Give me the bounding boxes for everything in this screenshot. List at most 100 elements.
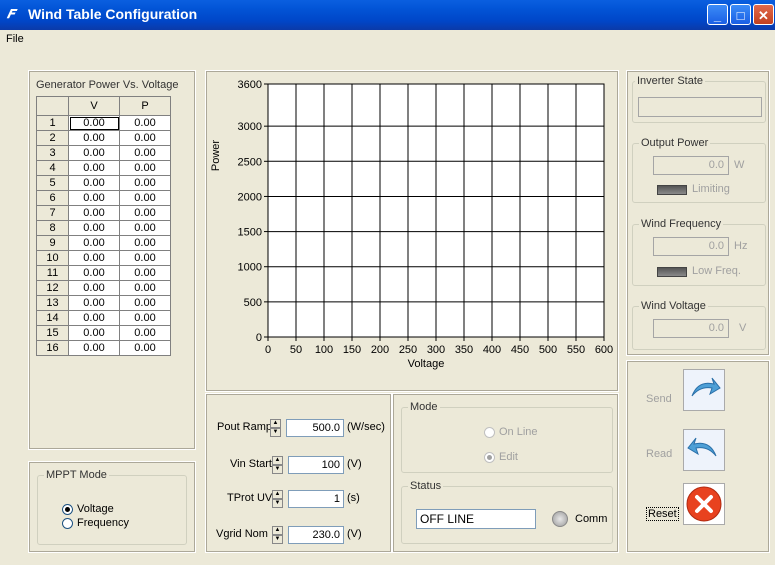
row-number: 9 [36, 235, 69, 251]
vin-start-input[interactable]: 100 [288, 456, 344, 474]
row-number: 14 [36, 310, 69, 326]
wind-frequency-group: Wind Frequency 0.0 Hz Low Freq. [632, 218, 766, 286]
table-corner [36, 96, 69, 116]
reset-button[interactable] [683, 483, 725, 525]
cell-power[interactable]: 0.00 [119, 160, 171, 176]
cell-power[interactable]: 0.00 [119, 310, 171, 326]
wind-frequency-unit: Hz [734, 240, 748, 252]
cell-voltage[interactable]: 0.00 [68, 175, 120, 191]
mppt-frequency-radio[interactable] [62, 518, 73, 529]
vgrid-nom-unit: (V) [347, 528, 362, 540]
tprot-uv-input[interactable]: 1 [288, 490, 344, 508]
cell-power[interactable]: 0.00 [119, 265, 171, 281]
generator-table: V P 1 0.00 0.00 2 0.00 0.00 3 0.00 0.00 4 0.00 0.00… [36, 96, 171, 356]
cell-power[interactable]: 0.00 [119, 175, 171, 191]
tprot-uv-spinner[interactable]: ▲ ▼ [272, 490, 283, 508]
x-axis-label: Voltage [408, 358, 445, 370]
wind-frequency-title: Wind Frequency [639, 218, 724, 230]
x-tick-label: 500 [539, 344, 557, 356]
menu-bar: File [0, 30, 775, 50]
cell-power[interactable]: 0.00 [119, 250, 171, 266]
status-field: OFF LINE [416, 509, 536, 529]
cell-power[interactable]: 0.00 [119, 325, 171, 341]
actions-panel: Send Read Reset [626, 360, 770, 553]
cell-voltage[interactable]: 0.00 [68, 115, 120, 131]
cell-voltage[interactable]: 0.00 [68, 160, 120, 176]
mode-online-radio[interactable] [484, 427, 495, 438]
vin-start-spinner[interactable]: ▲ ▼ [272, 456, 283, 474]
parameters-panel: Pout Ramp ▲ ▼ 500.0 (W/sec) Vin Start ▲ ▼ … [205, 393, 392, 553]
maximize-button[interactable]: □ [730, 4, 751, 25]
tprot-uv-label: TProt UV [227, 492, 273, 504]
table-row: 10 0.00 0.00 [36, 250, 171, 266]
row-number: 1 [36, 115, 69, 131]
read-button[interactable] [683, 429, 725, 471]
row-number: 4 [36, 160, 69, 176]
cell-voltage[interactable]: 0.00 [68, 145, 120, 161]
cell-voltage[interactable]: 0.00 [68, 235, 120, 251]
cell-power[interactable]: 0.00 [119, 280, 171, 296]
cell-power[interactable]: 0.00 [119, 340, 171, 356]
cell-voltage[interactable]: 0.00 [68, 205, 120, 221]
pout-ramp-input[interactable]: 500.0 [286, 419, 344, 437]
mppt-frequency-label: Frequency [77, 517, 129, 529]
cell-voltage[interactable]: 0.00 [68, 220, 120, 236]
reset-label: Reset [646, 507, 679, 521]
generator-table-title: Generator Power Vs. Voltage [36, 79, 179, 91]
row-number: 7 [36, 205, 69, 221]
send-button[interactable] [683, 369, 725, 411]
low-freq-led-icon [657, 267, 687, 277]
x-tick-label: 350 [455, 344, 473, 356]
row-number: 2 [36, 130, 69, 146]
cell-power[interactable]: 0.00 [119, 295, 171, 311]
pout-ramp-label: Pout Ramp [217, 421, 273, 433]
output-power-field: 0.0 [653, 156, 729, 175]
minimize-button[interactable]: _ [707, 4, 728, 25]
vgrid-nom-input[interactable]: 230.0 [288, 526, 344, 544]
y-tick-label: 1500 [238, 227, 262, 239]
vgrid-nom-label: Vgrid Nom [216, 528, 268, 540]
cell-power[interactable]: 0.00 [119, 130, 171, 146]
cell-power[interactable]: 0.00 [119, 205, 171, 221]
menu-file[interactable]: File [6, 33, 24, 45]
reset-x-icon [686, 486, 722, 522]
cell-voltage[interactable]: 0.00 [68, 310, 120, 326]
y-tick-label: 0 [256, 332, 262, 344]
cell-power[interactable]: 0.00 [119, 145, 171, 161]
x-tick-label: 300 [427, 344, 445, 356]
cell-power[interactable]: 0.00 [119, 235, 171, 251]
monitor-panel: Inverter State Output Power 0.0 W Limiti… [626, 70, 770, 356]
y-tick-label: 1000 [238, 262, 262, 274]
wind-voltage-field: 0.0 [653, 319, 729, 338]
cell-voltage[interactable]: 0.00 [68, 325, 120, 341]
cell-voltage[interactable]: 0.00 [68, 265, 120, 281]
cell-power[interactable]: 0.00 [119, 190, 171, 206]
table-row: 16 0.00 0.00 [36, 340, 171, 356]
send-arrow-icon [691, 377, 721, 397]
comm-label: Comm [575, 513, 608, 525]
cell-voltage[interactable]: 0.00 [68, 340, 120, 356]
cell-voltage[interactable]: 0.00 [68, 250, 120, 266]
cell-voltage[interactable]: 0.00 [68, 130, 120, 146]
x-tick-label: 450 [511, 344, 529, 356]
inverter-state-group: Inverter State [632, 75, 766, 123]
cell-power[interactable]: 0.00 [119, 220, 171, 236]
inverter-state-title: Inverter State [635, 75, 706, 87]
table-row: 1 0.00 0.00 [36, 115, 171, 131]
output-power-unit: W [734, 159, 745, 171]
pout-ramp-spinner[interactable]: ▲ ▼ [270, 419, 281, 437]
cell-voltage[interactable]: 0.00 [68, 295, 120, 311]
cell-voltage[interactable]: 0.00 [68, 190, 120, 206]
title-bar: 𝑭 Wind Table Configuration _ □ ✕ [0, 0, 775, 30]
table-row: 7 0.00 0.00 [36, 205, 171, 221]
status-group: Status OFF LINE Comm [401, 480, 613, 544]
vgrid-nom-spinner[interactable]: ▲ ▼ [272, 526, 283, 544]
output-power-group: Output Power 0.0 W Limiting [632, 137, 766, 203]
cell-voltage[interactable]: 0.00 [68, 280, 120, 296]
pout-ramp-unit: (W/sec) [347, 421, 385, 433]
cell-power[interactable]: 0.00 [119, 115, 171, 131]
row-number: 8 [36, 220, 69, 236]
mppt-voltage-radio[interactable] [62, 504, 73, 515]
close-button[interactable]: ✕ [753, 4, 774, 25]
mode-edit-radio[interactable] [484, 452, 495, 463]
